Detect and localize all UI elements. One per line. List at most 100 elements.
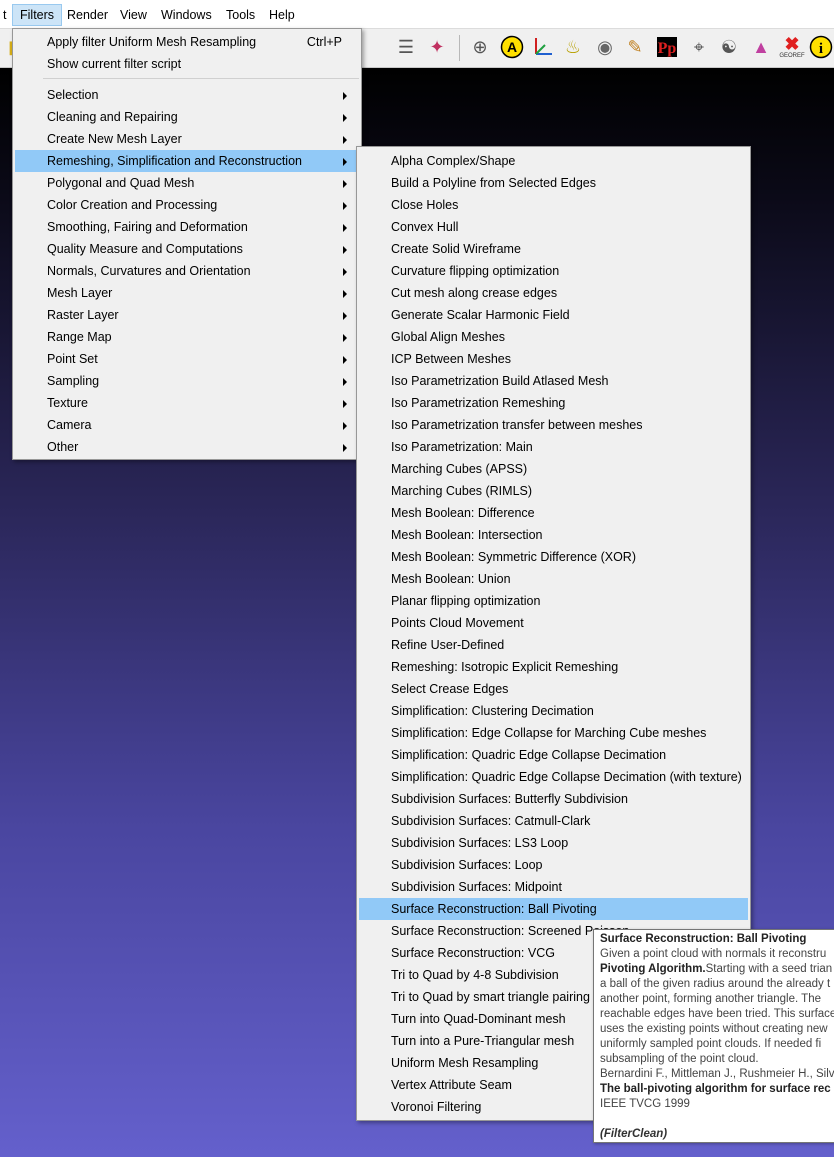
filters-category-polygonal-and-quad-mesh[interactable]: Polygonal and Quad Mesh [15, 172, 359, 194]
menu-filters[interactable]: Filters [12, 4, 63, 26]
info-icon[interactable]: i [808, 34, 834, 60]
filters-category-label: Range Map [47, 330, 112, 344]
submenu-item-subdivision-surfaces-loop[interactable]: Subdivision Surfaces: Loop [359, 854, 748, 876]
submenu-item-planar-flipping-optimization[interactable]: Planar flipping optimization [359, 590, 748, 612]
submenu-item-mesh-boolean-union[interactable]: Mesh Boolean: Union [359, 568, 748, 590]
menu-windows[interactable]: Windows [154, 5, 219, 25]
axes-icon[interactable]: ✦ [424, 34, 450, 60]
submenu-item-icp-between-meshes[interactable]: ICP Between Meshes [359, 348, 748, 370]
submenu-item-mesh-boolean-intersection[interactable]: Mesh Boolean: Intersection [359, 524, 748, 546]
pp-icon[interactable]: Pp [654, 34, 680, 60]
filters-category-raster-layer[interactable]: Raster Layer [15, 304, 359, 326]
filters-category-normals-curvatures-and-orientation[interactable]: Normals, Curvatures and Orientation [15, 260, 359, 282]
tooltip-line: subsampling of the point cloud. [600, 1053, 759, 1065]
filters-category-color-creation-and-processing[interactable]: Color Creation and Processing [15, 194, 359, 216]
apply-filter-shortcut: Ctrl+P [306, 35, 342, 49]
brush-icon[interactable]: ✎ [622, 34, 648, 60]
submenu-item-iso-parametrization-remeshing[interactable]: Iso Parametrization Remeshing [359, 392, 748, 414]
submenu-item-remeshing-isotropic-explicit-remeshing[interactable]: Remeshing: Isotropic Explicit Remeshing [359, 656, 748, 678]
submenu-item-label: Global Align Meshes [391, 330, 505, 344]
submenu-item-subdivision-surfaces-catmull-clark[interactable]: Subdivision Surfaces: Catmull-Clark [359, 810, 748, 832]
toolbar-separator [459, 35, 460, 61]
filters-category-mesh-layer[interactable]: Mesh Layer [15, 282, 359, 304]
georef-icon[interactable]: ✖ GEOREF [779, 34, 805, 60]
filters-category-cleaning-and-repairing[interactable]: Cleaning and Repairing [15, 106, 359, 128]
submenu-item-points-cloud-movement[interactable]: Points Cloud Movement [359, 612, 748, 634]
submenu-item-iso-parametrization-transfer-between-meshes[interactable]: Iso Parametrization transfer between mes… [359, 414, 748, 436]
filters-category-selection[interactable]: Selection [15, 84, 359, 106]
submenu-item-mesh-boolean-difference[interactable]: Mesh Boolean: Difference [359, 502, 748, 524]
align-icon[interactable]: ☯ [716, 34, 742, 60]
a-circle-icon[interactable]: A [499, 34, 525, 60]
filters-category-label: Color Creation and Processing [47, 198, 218, 212]
submenu-item-label: Voronoi Filtering [391, 1100, 482, 1114]
tooltip-line: Given a point cloud with normals it reco… [600, 948, 827, 960]
submenu-item-close-holes[interactable]: Close Holes [359, 194, 748, 216]
submenu-arrow-icon [343, 378, 347, 386]
submenu-item-global-align-meshes[interactable]: Global Align Meshes [359, 326, 748, 348]
camera-icon[interactable]: ◉ [592, 34, 618, 60]
submenu-item-label: ICP Between Meshes [391, 352, 511, 366]
filters-category-create-new-mesh-layer[interactable]: Create New Mesh Layer [15, 128, 359, 150]
submenu-arrow-icon [343, 400, 347, 408]
show-filter-script-item[interactable]: Show current filter script [15, 53, 359, 75]
globe-icon[interactable]: ⊕ [467, 34, 493, 60]
submenu-item-select-crease-edges[interactable]: Select Crease Edges [359, 678, 748, 700]
submenu-item-label: Subdivision Surfaces: Catmull-Clark [391, 814, 591, 828]
submenu-item-marching-cubes-rimls[interactable]: Marching Cubes (RIMLS) [359, 480, 748, 502]
submenu-item-simplification-quadric-edge-collapse-decimation[interactable]: Simplification: Quadric Edge Collapse De… [359, 744, 748, 766]
submenu-item-label: Alpha Complex/Shape [391, 154, 516, 168]
menu-help[interactable]: Help [262, 5, 302, 25]
apply-filter-item[interactable]: Apply filter Uniform Mesh Resampling Ctr… [15, 31, 359, 53]
filters-category-other[interactable]: Other [15, 436, 359, 458]
submenu-item-refine-user-defined[interactable]: Refine User-Defined [359, 634, 748, 656]
submenu-item-subdivision-surfaces-butterfly-subdivision[interactable]: Subdivision Surfaces: Butterfly Subdivis… [359, 788, 748, 810]
submenu-item-iso-parametrization-main[interactable]: Iso Parametrization: Main [359, 436, 748, 458]
submenu-item-simplification-clustering-decimation[interactable]: Simplification: Clustering Decimation [359, 700, 748, 722]
submenu-item-simplification-edge-collapse-for-marching-cube-meshes[interactable]: Simplification: Edge Collapse for Marchi… [359, 722, 748, 744]
filters-category-sampling[interactable]: Sampling [15, 370, 359, 392]
filters-category-quality-measure-and-computations[interactable]: Quality Measure and Computations [15, 238, 359, 260]
paint-bucket-icon[interactable]: ♨ [560, 34, 586, 60]
submenu-item-build-a-polyline-from-selected-edges[interactable]: Build a Polyline from Selected Edges [359, 172, 748, 194]
submenu-item-subdivision-surfaces-ls3-loop[interactable]: Subdivision Surfaces: LS3 Loop [359, 832, 748, 854]
tooltip-footer: (FilterClean) [600, 1128, 668, 1140]
submenu-item-convex-hull[interactable]: Convex Hull [359, 216, 748, 238]
submenu-item-label: Mesh Boolean: Symmetric Difference (XOR) [391, 550, 636, 564]
submenu-item-curvature-flipping-optimization[interactable]: Curvature flipping optimization [359, 260, 748, 282]
filters-category-label: Smoothing, Fairing and Deformation [47, 220, 248, 234]
filters-category-range-map[interactable]: Range Map [15, 326, 359, 348]
submenu-item-marching-cubes-apss[interactable]: Marching Cubes (APSS) [359, 458, 748, 480]
filters-category-label: Raster Layer [47, 308, 119, 322]
submenu-item-surface-reconstruction-ball-pivoting[interactable]: Surface Reconstruction: Ball Pivoting [359, 898, 748, 920]
layers-icon[interactable]: ☰ [393, 34, 419, 60]
submenu-item-simplification-quadric-edge-collapse-decimation-with-texture[interactable]: Simplification: Quadric Edge Collapse De… [359, 766, 748, 788]
submenu-item-iso-parametrization-build-atlased-mesh[interactable]: Iso Parametrization Build Atlased Mesh [359, 370, 748, 392]
menu-render[interactable]: Render [60, 5, 115, 25]
submenu-item-label: Select Crease Edges [391, 682, 509, 696]
filters-category-label: Other [47, 440, 79, 454]
apply-filter-label: Apply filter Uniform Mesh Resampling [47, 35, 257, 49]
menu-tools[interactable]: Tools [219, 5, 262, 25]
xyz-axes-icon[interactable] [530, 34, 556, 60]
filters-category-smoothing-fairing-and-deformation[interactable]: Smoothing, Fairing and Deformation [15, 216, 359, 238]
georef-label: GEOREF [779, 53, 805, 59]
submenu-item-create-solid-wireframe[interactable]: Create Solid Wireframe [359, 238, 748, 260]
filters-category-camera[interactable]: Camera [15, 414, 359, 436]
filters-category-remeshing-simplification-and-reconstruction[interactable]: Remeshing, Simplification and Reconstruc… [15, 150, 359, 172]
pick-points-icon[interactable]: ⌖ [686, 34, 712, 60]
submenu-item-label: Points Cloud Movement [391, 616, 524, 630]
menu-view[interactable]: View [113, 5, 154, 25]
submenu-item-label: Refine User-Defined [391, 638, 505, 652]
submenu-arrow-icon [343, 180, 347, 188]
filters-category-texture[interactable]: Texture [15, 392, 359, 414]
submenu-item-generate-scalar-harmonic-field[interactable]: Generate Scalar Harmonic Field [359, 304, 748, 326]
submenu-item-mesh-boolean-symmetric-difference-xor[interactable]: Mesh Boolean: Symmetric Difference (XOR) [359, 546, 748, 568]
tooltip-line: IEEE TVCG 1999 [600, 1098, 690, 1110]
rainbow-icon[interactable]: ▲ [748, 34, 774, 60]
submenu-item-alpha-complex-shape[interactable]: Alpha Complex/Shape [359, 150, 748, 172]
submenu-item-label: Turn into a Pure-Triangular mesh [391, 1034, 575, 1048]
submenu-item-subdivision-surfaces-midpoint[interactable]: Subdivision Surfaces: Midpoint [359, 876, 748, 898]
submenu-item-cut-mesh-along-crease-edges[interactable]: Cut mesh along crease edges [359, 282, 748, 304]
filters-category-point-set[interactable]: Point Set [15, 348, 359, 370]
